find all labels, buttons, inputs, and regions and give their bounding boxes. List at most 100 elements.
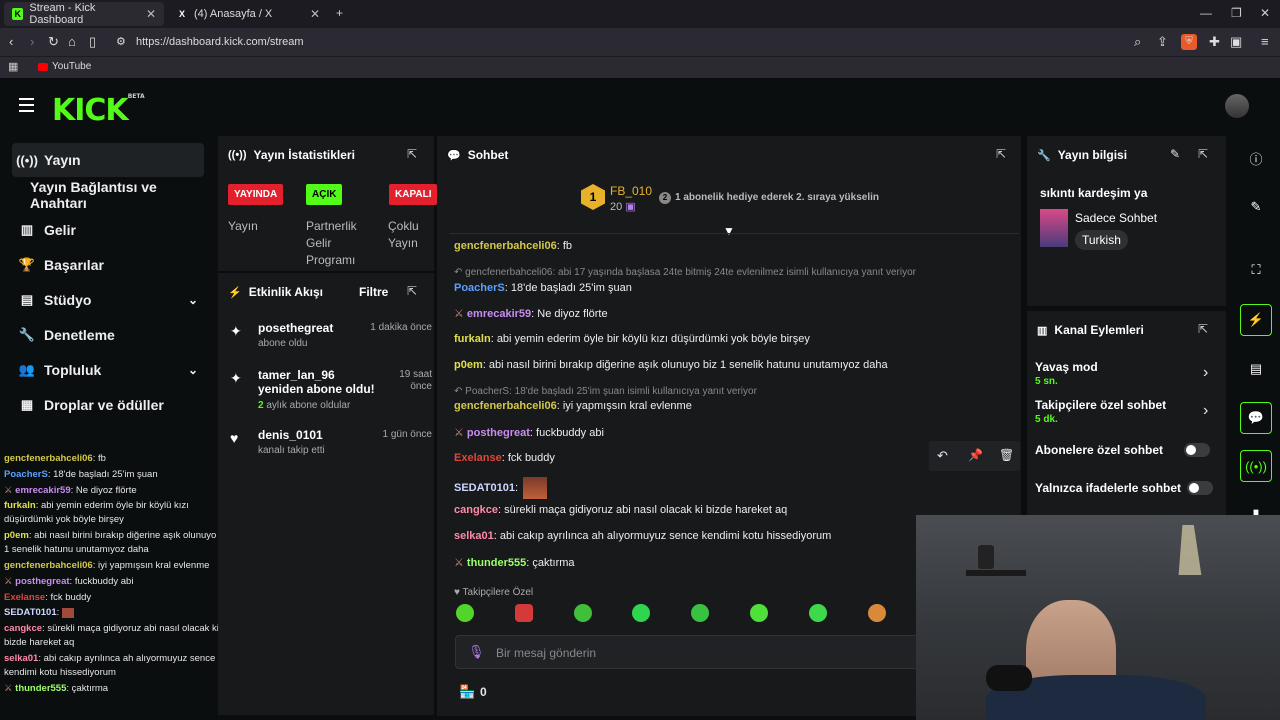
emote-icon[interactable] xyxy=(809,604,827,622)
trash-icon[interactable]: 🗑 xyxy=(999,448,1014,462)
close-icon[interactable]: ✕ xyxy=(310,7,320,21)
sidebar-item-stream-key[interactable]: Yayın Bağlantısı ve Anahtarı xyxy=(26,178,216,212)
chat-message[interactable]: cangkce: sürekli maça gidiyoruz abi nası… xyxy=(454,504,787,516)
emote-icon[interactable] xyxy=(574,604,592,622)
chat-message[interactable]: furkaln: abi yemin ederim öyle bir köylü… xyxy=(454,333,810,345)
category-name[interactable]: Sadece Sohbet xyxy=(1075,211,1157,225)
chat-username[interactable]: thunder555 xyxy=(15,683,66,694)
forward-icon[interactable]: › xyxy=(30,34,34,49)
bookmark-icon[interactable]: ▯ xyxy=(89,34,96,50)
sidebar-item-studyo[interactable]: ▤ Stüdyo ⌄ xyxy=(12,283,204,317)
chat-username[interactable]: cangkce xyxy=(454,504,498,516)
address-bar[interactable]: ⚙ https://dashboard.kick.com/stream xyxy=(112,32,1122,52)
chat-username[interactable]: thunder555 xyxy=(467,557,526,569)
chat-username[interactable]: p0em xyxy=(454,359,483,371)
info-icon[interactable]: ⓘ xyxy=(1240,142,1272,174)
followers-only-chat-label[interactable]: Takipçilere özel sohbet xyxy=(1035,398,1166,412)
chat-username[interactable]: gencfenerbahceli06 xyxy=(4,453,93,464)
chat-message[interactable]: SEDAT0101: xyxy=(454,477,548,499)
back-icon[interactable]: ‹ xyxy=(9,34,13,49)
notes-icon[interactable]: ▤ xyxy=(1240,353,1272,385)
chat-username[interactable]: PoacherS xyxy=(4,469,48,480)
leader-name[interactable]: FB_010 xyxy=(610,184,652,198)
bolt-icon[interactable]: ⚡ xyxy=(1240,304,1272,336)
emote-only-toggle[interactable] xyxy=(1187,481,1213,495)
popout-icon[interactable]: ⇱ xyxy=(1198,322,1208,336)
browser-tab-x[interactable]: X (4) Anasayfa / X ✕ xyxy=(168,2,328,26)
home-icon[interactable]: ⌂ xyxy=(68,34,76,49)
store-icon[interactable]: 🏪 xyxy=(459,684,475,700)
chat-message[interactable]: gencfenerbahceli06: fb xyxy=(454,240,572,252)
language-tag[interactable]: Turkish xyxy=(1075,230,1128,250)
screen-capture-icon[interactable]: ⛶ xyxy=(1240,254,1272,286)
site-settings-icon[interactable]: ⚙ xyxy=(116,32,126,52)
chevron-right-icon[interactable]: › xyxy=(1203,364,1208,382)
emote-icon[interactable] xyxy=(515,604,533,622)
window-close-icon[interactable]: ✕ xyxy=(1260,6,1270,20)
slow-mode-label[interactable]: Yavaş mod xyxy=(1035,360,1098,374)
sidebar-item-basarilar[interactable]: 🏆 Başarılar xyxy=(12,248,204,282)
chat-username[interactable]: gencfenerbahceli06 xyxy=(454,400,557,412)
kick-logo[interactable]: KICKBETA xyxy=(52,93,145,128)
maximize-icon[interactable]: ❐ xyxy=(1231,6,1242,20)
chat-message[interactable]: ⚔ emrecakir59: Ne diyoz flörte xyxy=(454,307,608,320)
chat-message[interactable]: p0em: abi nasıl birini bırakıp diğerine … xyxy=(454,359,888,371)
chat-username[interactable]: PoacherS xyxy=(454,282,505,294)
chat-username[interactable]: p0em xyxy=(4,530,29,541)
pin-icon[interactable]: 📌 xyxy=(968,448,983,462)
chat-message[interactable]: Exelanse: fck buddy xyxy=(454,452,555,464)
sidebar-item-denetleme[interactable]: 🔧 Denetleme xyxy=(12,318,204,352)
zoom-icon[interactable]: ⌕ xyxy=(1134,34,1141,50)
sidebar-item-gelir[interactable]: ▥ Gelir xyxy=(12,213,204,247)
popout-icon[interactable]: ⇱ xyxy=(407,147,417,161)
chat-message[interactable]: gencfenerbahceli06: iyi yapmışsın kral e… xyxy=(454,400,692,412)
chat-username[interactable]: selka01 xyxy=(4,653,38,664)
reload-icon[interactable]: ↻ xyxy=(48,34,59,50)
sidebar-item-topluluk[interactable]: 👥 Topluluk ⌄ xyxy=(12,353,204,387)
emote-icon[interactable] xyxy=(868,604,886,622)
avatar[interactable] xyxy=(1225,94,1249,118)
chat-username[interactable]: emrecakir59 xyxy=(15,485,70,496)
new-tab-icon[interactable]: + xyxy=(336,6,343,20)
chat-username[interactable]: furkaln xyxy=(4,500,36,511)
chat-username[interactable]: posthegreat xyxy=(15,576,69,587)
close-icon[interactable]: ✕ xyxy=(146,7,156,21)
chat-bubble-icon[interactable]: 💬 xyxy=(1240,402,1272,434)
share-icon[interactable]: ⇪ xyxy=(1157,34,1168,50)
chat-username[interactable]: gencfenerbahceli06 xyxy=(4,560,93,571)
subscribers-only-toggle[interactable] xyxy=(1184,443,1210,457)
chat-message[interactable]: ⚔ thunder555: çaktırma xyxy=(454,556,575,569)
sidebar-toggle-icon[interactable]: ▣ xyxy=(1230,34,1242,50)
chat-message[interactable]: selka01: abi cakıp ayrılınca ah alıyormu… xyxy=(454,530,831,542)
edit-icon[interactable]: ✎ xyxy=(1240,191,1272,223)
chat-username[interactable]: posthegreat xyxy=(467,427,530,439)
chat-username[interactable]: cangkce xyxy=(4,623,42,634)
edit-icon[interactable]: ✎ xyxy=(1170,147,1180,161)
chat-username[interactable]: SEDAT0101 xyxy=(454,482,515,494)
bookmark-youtube[interactable]: YouTube xyxy=(38,61,91,72)
microphone-icon[interactable]: 🎙 xyxy=(468,644,485,660)
pinned-toggle-icon[interactable]: ▼ xyxy=(723,224,735,238)
chat-message[interactable]: PoacherS: 18'de başladı 25'im şuan xyxy=(454,282,632,294)
menu-icon[interactable]: ≡ xyxy=(1261,34,1269,49)
hamburger-menu-icon[interactable] xyxy=(19,98,34,112)
chat-username[interactable]: Exelanse xyxy=(4,592,45,603)
chat-username[interactable]: SEDAT0101 xyxy=(4,607,57,618)
reply-icon[interactable]: ↶ xyxy=(937,448,948,464)
emote-icon[interactable] xyxy=(456,604,474,622)
gift-prompt[interactable]: 1 abonelik hediye ederek 2. sıraya yükse… xyxy=(675,192,879,203)
popout-icon[interactable]: ⇱ xyxy=(407,284,417,298)
extensions-icon[interactable]: ✚ xyxy=(1209,34,1220,50)
filter-button[interactable]: Filtre xyxy=(359,285,388,299)
sidebar-item-yayin[interactable]: ((•)) Yayın xyxy=(12,143,204,177)
apps-grid-icon[interactable]: ▦ xyxy=(8,60,18,73)
brave-shield-icon[interactable]: ⛨ xyxy=(1181,34,1197,50)
chat-username[interactable]: selka01 xyxy=(454,530,494,542)
browser-tab-kick[interactable]: K Stream - Kick Dashboard ✕ xyxy=(4,2,164,26)
sidebar-item-droplar[interactable]: ▦ Droplar ve ödüller xyxy=(12,388,204,422)
broadcast-icon[interactable]: ((•)) xyxy=(1240,450,1272,482)
chat-username[interactable]: gencfenerbahceli06 xyxy=(454,240,557,252)
emote-icon[interactable] xyxy=(632,604,650,622)
chevron-right-icon[interactable]: › xyxy=(1203,402,1208,420)
minimize-icon[interactable]: — xyxy=(1200,6,1212,20)
